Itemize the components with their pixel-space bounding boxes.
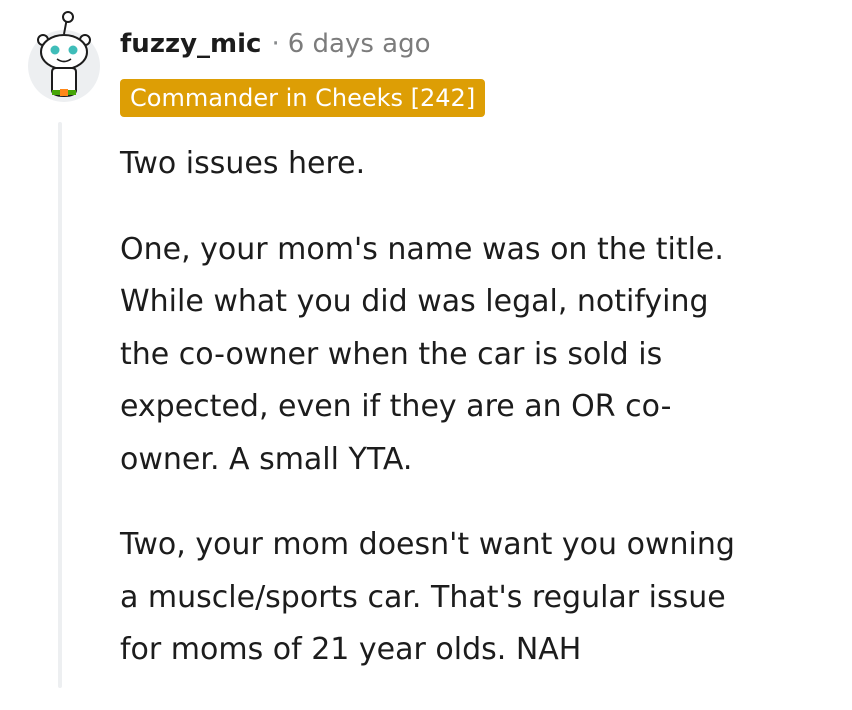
- comment-body: Two issues here. One, your mom's name wa…: [120, 138, 830, 710]
- comment-line: a muscle/sports car. That's regular issu…: [120, 579, 726, 615]
- comment-line: One, your mom's name was on the title.: [120, 231, 724, 267]
- comment-paragraph: One, your mom's name was on the title. W…: [120, 224, 830, 487]
- author-username[interactable]: fuzzy_mic: [120, 29, 261, 59]
- comment-line: for moms of 21 year olds. NAH: [120, 632, 582, 667]
- comment-line: the co-owner when the car is sold is: [120, 336, 663, 372]
- comment-line: Two issues here.: [120, 146, 366, 181]
- comment-line: Two, your mom doesn't want you owning: [120, 527, 735, 562]
- comment-line: While what you did was legal, notifying: [120, 284, 709, 319]
- user-flair-badge: Commander in Cheeks [242]: [120, 79, 486, 117]
- comment-line: owner. A small YTA.: [120, 441, 413, 477]
- comment-timestamp[interactable]: 6 days ago: [288, 29, 431, 59]
- comment: fuzzy_mic · 6 days ago Commander in Chee…: [0, 0, 852, 688]
- comment-line: expected, even if they are an OR co-: [120, 389, 672, 424]
- meta-separator: ·: [271, 29, 280, 59]
- snoo-avatar-icon: [28, 11, 100, 102]
- comment-paragraph: Two, your mom doesn't want you owning a …: [120, 519, 830, 677]
- thread-collapse-line[interactable]: [58, 122, 62, 688]
- comment-meta: fuzzy_mic · 6 days ago: [120, 24, 431, 64]
- user-avatar-icon[interactable]: [24, 10, 100, 104]
- comment-paragraph: Two issues here.: [120, 138, 830, 191]
